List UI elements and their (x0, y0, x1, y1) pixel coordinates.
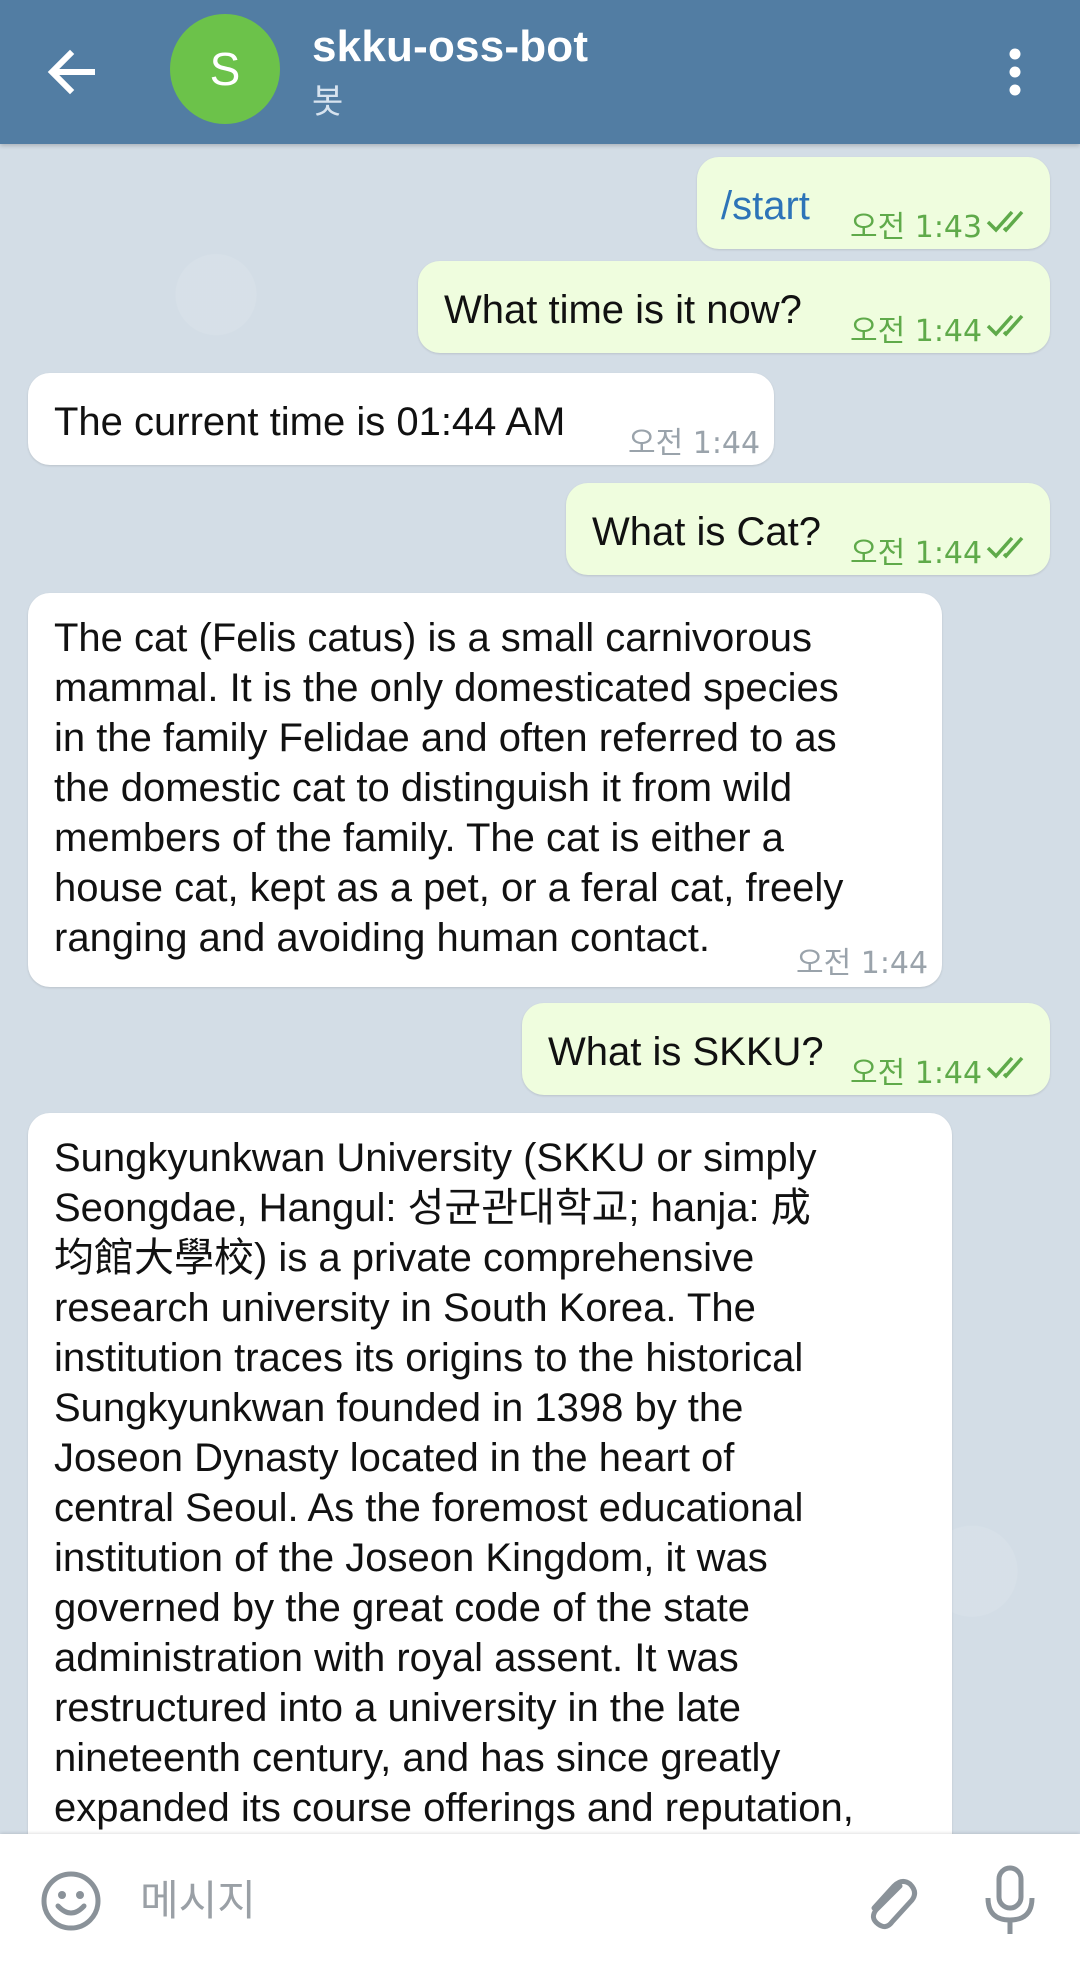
message-time: 오전 1:44 (796, 946, 929, 981)
message-bubble-outgoing[interactable]: What is Cat? 오전 1:44 (566, 483, 1050, 575)
message-text: What is Cat? (592, 510, 821, 554)
chat-subtitle: 봇 (312, 82, 344, 122)
back-button[interactable] (40, 40, 104, 104)
paperclip-icon (870, 1878, 918, 1930)
message-bubble-outgoing[interactable]: /start 오전 1:43 (697, 157, 1050, 249)
message-time: 오전 1:44 (850, 536, 983, 571)
avatar-letter: S (209, 43, 241, 95)
arrow-left-icon (47, 49, 95, 95)
double-check-icon (986, 1056, 1024, 1079)
emoji-icon (41, 1871, 101, 1931)
bot-command-link[interactable]: /start (721, 181, 810, 231)
more-vertical-icon (1009, 48, 1021, 96)
message-bubble-incoming[interactable]: The cat (Felis catus) is a small carnivo… (28, 593, 942, 987)
message-time: 오전 1:44 (628, 426, 761, 461)
double-check-icon (986, 314, 1024, 337)
message-bubble-outgoing[interactable]: What time is it now? 오전 1:44 (418, 261, 1050, 353)
message-time: 오전 1:44 (850, 1056, 983, 1091)
chat-header: S skku-oss-bot 봇 (0, 0, 1080, 144)
voice-message-button[interactable] (978, 1864, 1042, 1940)
double-check-icon (986, 210, 1024, 233)
message-text: What is SKKU? (548, 1030, 824, 1074)
message-time: 오전 1:44 (850, 314, 983, 349)
more-options-button[interactable] (990, 40, 1040, 104)
message-text: The current time is 01:44 AM (54, 400, 566, 444)
avatar[interactable]: S (170, 14, 280, 124)
message-bubble-incoming[interactable]: Sungkyunkwan University (SKKU or simply … (28, 1113, 952, 1873)
emoji-button[interactable] (38, 1868, 104, 1934)
message-bubble-incoming[interactable]: The current time is 01:44 AM 오전 1:44 (28, 373, 774, 465)
chat-title[interactable]: skku-oss-bot (312, 22, 588, 72)
message-bubble-outgoing[interactable]: What is SKKU? 오전 1:44 (522, 1003, 1050, 1095)
message-text: The cat (Felis catus) is a small carnivo… (54, 616, 844, 960)
attach-button[interactable] (858, 1870, 922, 1934)
message-time: 오전 1:43 (850, 210, 983, 245)
message-input-bar (0, 1834, 1080, 1964)
message-input[interactable] (138, 1864, 842, 1936)
microphone-icon (985, 1865, 1035, 1934)
double-check-icon (986, 536, 1024, 559)
message-text: Sungkyunkwan University (SKKU or simply … (54, 1136, 854, 1830)
message-text: What time is it now? (444, 288, 802, 332)
